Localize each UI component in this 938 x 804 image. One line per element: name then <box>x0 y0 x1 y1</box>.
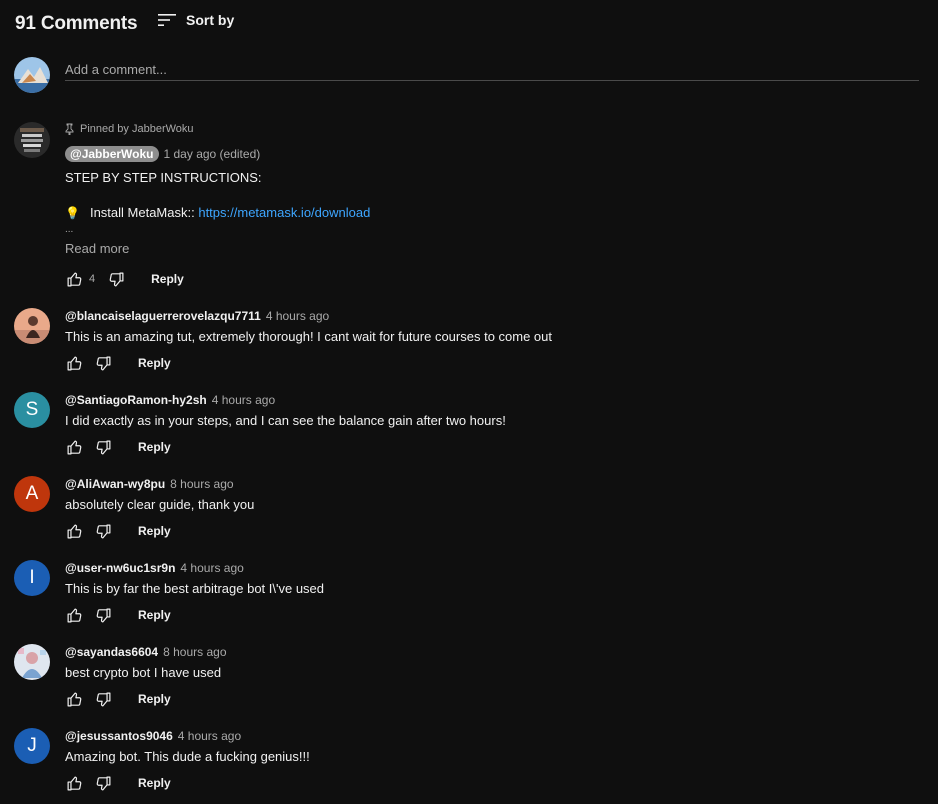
avatar-initial: S <box>25 399 39 420</box>
comment-time[interactable]: 8 hours ago <box>170 477 233 491</box>
dislike-button[interactable] <box>94 690 112 708</box>
dislike-button[interactable] <box>94 606 112 624</box>
thumbs-up-icon <box>67 356 81 370</box>
comment-author[interactable]: @sayandas6604 <box>65 645 158 659</box>
comment-actions: Reply <box>65 354 171 372</box>
thumbs-down-icon <box>96 356 110 370</box>
comment-text: This is by far the best arbitrage bot I\… <box>65 581 325 596</box>
comment-actions: Reply <box>65 438 171 456</box>
pinned-label: Pinned by JabberWoku <box>80 123 194 135</box>
install-label: Install MetaMask:: <box>89 205 195 220</box>
like-button[interactable] <box>65 606 83 624</box>
avatar[interactable] <box>14 122 50 158</box>
comment-time[interactable]: 4 hours ago <box>178 729 241 743</box>
thumbs-down-icon <box>96 524 110 538</box>
thumbs-down-icon <box>96 608 110 622</box>
comment-actions: 4 Reply <box>65 270 184 288</box>
avatar[interactable]: I <box>14 560 50 596</box>
reply-button[interactable]: Reply <box>138 608 171 622</box>
comment-author[interactable]: @jesussantos9046 <box>65 729 173 743</box>
lightbulb-icon: 💡 <box>65 205 80 220</box>
thumbs-up-icon <box>67 440 81 454</box>
comment-time[interactable]: 1 day ago (edited) <box>164 147 261 161</box>
avatar[interactable]: J <box>14 728 50 764</box>
comment-time[interactable]: 4 hours ago <box>180 561 243 575</box>
dislike-button[interactable] <box>94 522 112 540</box>
comment-author[interactable]: @SantiagoRamon-hy2sh <box>65 393 207 407</box>
avatar[interactable]: A <box>14 476 50 512</box>
comment-text: absolutely clear guide, thank you <box>65 497 255 512</box>
thumbs-up-icon <box>67 272 81 286</box>
thumbs-up-icon <box>67 776 81 790</box>
install-line: 💡 Install MetaMask:: https://metamask.io… <box>65 205 919 220</box>
comment-text: This is an amazing tut, extremely thorou… <box>65 329 553 344</box>
sort-by-button[interactable]: Sort by <box>158 12 234 28</box>
comment-author[interactable]: @user-nw6uc1sr9n <box>65 561 175 575</box>
user-avatar <box>14 57 50 93</box>
dislike-button[interactable] <box>107 270 125 288</box>
comment-actions: Reply <box>65 522 171 540</box>
like-button[interactable] <box>65 438 83 456</box>
metamask-link[interactable]: https://metamask.io/download <box>198 205 370 220</box>
like-count: 4 <box>89 273 96 285</box>
pinned-badge: Pinned by JabberWoku <box>65 122 919 136</box>
sort-by-label: Sort by <box>186 12 235 28</box>
comment-actions: Reply <box>65 774 171 792</box>
ellipsis: ... <box>65 224 74 235</box>
reply-button[interactable]: Reply <box>138 356 171 370</box>
avatar-initial: J <box>27 735 37 756</box>
comment-time[interactable]: 8 hours ago <box>163 645 226 659</box>
comment-author[interactable]: @AliAwan-wy8pu <box>65 477 165 491</box>
reply-button[interactable]: Reply <box>151 272 184 286</box>
thumbs-down-icon <box>96 692 110 706</box>
add-comment-row <box>14 57 919 93</box>
comment-body: Pinned by JabberWoku @JabberWoku 1 day a… <box>65 122 919 286</box>
dislike-button[interactable] <box>94 774 112 792</box>
pin-icon <box>65 123 74 135</box>
like-button[interactable] <box>65 774 83 792</box>
comment-actions: Reply <box>65 606 171 624</box>
thumbs-down-icon <box>109 272 124 286</box>
comment-text: Amazing bot. This dude a fucking genius!… <box>65 749 310 764</box>
like-button[interactable] <box>65 690 83 708</box>
thumbs-up-icon <box>67 608 81 622</box>
reply-button[interactable]: Reply <box>138 524 171 538</box>
reply-button[interactable]: Reply <box>138 440 171 454</box>
avatar[interactable] <box>14 644 50 680</box>
author-chip[interactable]: @JabberWoku <box>65 146 159 162</box>
comments-header: 91 Comments <box>15 10 138 38</box>
comment-actions: Reply <box>65 690 171 708</box>
dislike-button[interactable] <box>94 354 112 372</box>
avatar[interactable]: S <box>14 392 50 428</box>
thumbs-up-icon <box>67 524 81 538</box>
read-more-button[interactable]: Read more <box>65 241 919 256</box>
comments-count: 91 Comments <box>15 13 138 34</box>
comment-author[interactable]: @blancaiselaguerrerovelazqu7711 <box>65 309 261 323</box>
comment-time[interactable]: 4 hours ago <box>212 393 275 407</box>
comment-text: I did exactly as in your steps, and I ca… <box>65 413 506 428</box>
thumbs-down-icon <box>96 440 110 454</box>
comment-time[interactable]: 4 hours ago <box>266 309 329 323</box>
like-button[interactable] <box>65 522 83 540</box>
reply-button[interactable]: Reply <box>138 776 171 790</box>
avatar-initial: A <box>25 483 39 504</box>
avatar-initial: I <box>29 567 35 588</box>
add-comment-input[interactable] <box>65 59 919 81</box>
comment-text: best crypto bot I have used <box>65 665 222 680</box>
like-button[interactable] <box>65 270 83 288</box>
thumbs-up-icon <box>67 692 81 706</box>
thumbs-down-icon <box>96 776 110 790</box>
reply-button[interactable]: Reply <box>138 692 171 706</box>
sort-icon <box>158 14 176 26</box>
like-button[interactable] <box>65 354 83 372</box>
avatar[interactable] <box>14 308 50 344</box>
dislike-button[interactable] <box>94 438 112 456</box>
comment-text-line: STEP BY STEP INSTRUCTIONS: <box>65 170 262 185</box>
